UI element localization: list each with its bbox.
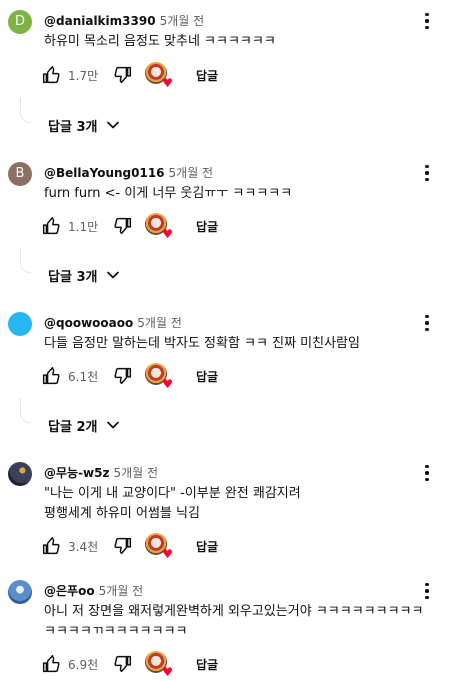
heart-icon: ♥ <box>162 377 173 391</box>
reply-button[interactable]: 답글 <box>196 368 218 385</box>
more-actions-icon[interactable] <box>418 8 436 34</box>
author-name[interactable]: @danialkim3390 <box>44 14 156 28</box>
thumb-up-icon <box>42 217 60 235</box>
comment-time[interactable]: 5개월 전 <box>160 14 205 28</box>
comment-actions: 3.4천 ♥ 답글 <box>40 532 218 560</box>
author-name[interactable]: @qoowooaoo <box>44 316 133 330</box>
show-replies-button[interactable]: 답글 3개 <box>48 265 123 285</box>
avatar[interactable] <box>8 312 32 336</box>
author-name[interactable]: @무능-w5z <box>44 466 109 480</box>
comment-text: 다들 음정만 말하는데 박자도 정확함 ㅋㅋ 진짜 미친사람임 <box>44 334 360 354</box>
comment-header: @qoowooaoo 5개월 전 <box>44 314 182 331</box>
comment-actions: 6.1천 ♥ 답글 <box>40 362 218 390</box>
replies-count-label: 답글 2개 <box>48 419 98 435</box>
thumb-down-icon[interactable] <box>112 653 134 675</box>
chevron-down-icon <box>107 421 120 429</box>
show-replies-button[interactable]: 답글 3개 <box>48 115 123 135</box>
comment-actions: 6.9천 ♥ 답글 <box>40 650 218 678</box>
avatar[interactable]: B <box>8 162 32 186</box>
like-button[interactable]: 6.1천 <box>40 365 104 387</box>
like-button[interactable]: 1.1만 <box>40 215 104 237</box>
replies-count-label: 답글 3개 <box>48 119 98 135</box>
like-count: 3.4천 <box>68 539 99 554</box>
thumb-up-icon <box>42 537 60 555</box>
like-count: 1.1만 <box>68 219 99 234</box>
more-actions-icon[interactable] <box>418 578 436 604</box>
creator-heart-badge: ♥ <box>145 213 173 241</box>
comment-actions: 1.7만 ♥ 답글 <box>40 61 218 89</box>
heart-icon: ♥ <box>162 76 173 90</box>
avatar[interactable] <box>8 580 32 604</box>
comment-text: furn furn <- 이게 너무 웃김ㅠㅜ ㅋㅋㅋㅋㅋ <box>44 184 292 204</box>
comment-line: ㅋㅋㅋㅋㄲㅋㅋㅋㅋㅋㅋㅋ <box>44 624 188 639</box>
chevron-down-icon <box>107 121 120 129</box>
creator-heart-badge: ♥ <box>145 363 173 391</box>
like-count: 6.9천 <box>68 657 99 672</box>
reply-button[interactable]: 답글 <box>196 67 218 84</box>
more-actions-icon[interactable] <box>418 460 436 486</box>
thumb-down-icon[interactable] <box>112 535 134 557</box>
comment-time[interactable]: 5개월 전 <box>169 166 214 180</box>
comment-header: @BellaYoung0116 5개월 전 <box>44 164 213 181</box>
comment-line: 아니 저 장면을 왜저렇게완벽하게 외우고있는거야 ㅋㅋㅋㅋㅋㅋㅋㅋㅋ <box>44 604 424 619</box>
thumb-down-icon[interactable] <box>112 365 134 387</box>
chevron-down-icon <box>107 271 120 279</box>
creator-heart-badge: ♥ <box>145 651 173 679</box>
comment-line: 하유미 목소리 음정도 맞추네 ㅋㅋㅋㅋㅋㅋ <box>44 34 276 49</box>
more-actions-icon[interactable] <box>418 160 436 186</box>
thread-connector <box>20 398 31 423</box>
reply-button[interactable]: 답글 <box>196 538 218 555</box>
creator-heart-badge: ♥ <box>145 533 173 561</box>
comment-time[interactable]: 5개월 전 <box>99 584 144 598</box>
comment-header: @은푸oo 5개월 전 <box>44 582 143 599</box>
comment-line: furn furn <- 이게 너무 웃김ㅠㅜ ㅋㅋㅋㅋㅋ <box>44 186 293 201</box>
author-name[interactable]: @은푸oo <box>44 584 95 598</box>
comment-actions: 1.1만 ♥ 답글 <box>40 212 218 240</box>
like-button[interactable]: 1.7만 <box>40 64 104 86</box>
thread-connector <box>20 98 31 123</box>
thumb-up-icon <box>42 367 60 385</box>
comment-line: 다들 음정만 말하는데 박자도 정확함 ㅋㅋ 진짜 미친사람임 <box>44 336 360 351</box>
replies-count-label: 답글 3개 <box>48 269 98 285</box>
comment-header: @danialkim3390 5개월 전 <box>44 12 204 29</box>
comment-line: 평행세계 하유미 어썸블 닉김 <box>44 506 200 521</box>
heart-icon: ♥ <box>162 227 173 241</box>
show-replies-button[interactable]: 답글 2개 <box>48 415 123 435</box>
avatar[interactable] <box>8 462 32 486</box>
comment-text: "나는 이게 내 교양이다" -이부분 완전 쾌감지려 평행세계 하유미 어썸블… <box>44 484 301 524</box>
thumb-down-icon[interactable] <box>112 64 134 86</box>
like-count: 6.1천 <box>68 369 99 384</box>
avatar[interactable]: D <box>8 10 32 34</box>
thumb-down-icon[interactable] <box>112 215 134 237</box>
comment-line: "나는 이게 내 교양이다" -이부분 완전 쾌감지려 <box>44 486 301 501</box>
author-name[interactable]: @BellaYoung0116 <box>44 166 165 180</box>
like-button[interactable]: 3.4천 <box>40 535 104 557</box>
like-count: 1.7만 <box>68 68 99 83</box>
reply-button[interactable]: 답글 <box>196 218 218 235</box>
comment-time[interactable]: 5개월 전 <box>137 316 182 330</box>
comment-time[interactable]: 5개월 전 <box>113 466 158 480</box>
thumb-up-icon <box>42 655 60 673</box>
creator-heart-badge: ♥ <box>145 62 173 90</box>
thread-connector <box>20 248 31 273</box>
comment-text: 아니 저 장면을 왜저렇게완벽하게 외우고있는거야 ㅋㅋㅋㅋㅋㅋㅋㅋㅋ ㅋㅋㅋㅋ… <box>44 602 423 642</box>
thumb-up-icon <box>42 66 60 84</box>
more-actions-icon[interactable] <box>418 310 436 336</box>
comment-header: @무능-w5z 5개월 전 <box>44 464 158 481</box>
like-button[interactable]: 6.9천 <box>40 653 104 675</box>
reply-button[interactable]: 답글 <box>196 656 218 673</box>
comment-text: 하유미 목소리 음정도 맞추네 ㅋㅋㅋㅋㅋㅋ <box>44 32 276 52</box>
heart-icon: ♥ <box>162 547 173 561</box>
heart-icon: ♥ <box>162 665 173 679</box>
